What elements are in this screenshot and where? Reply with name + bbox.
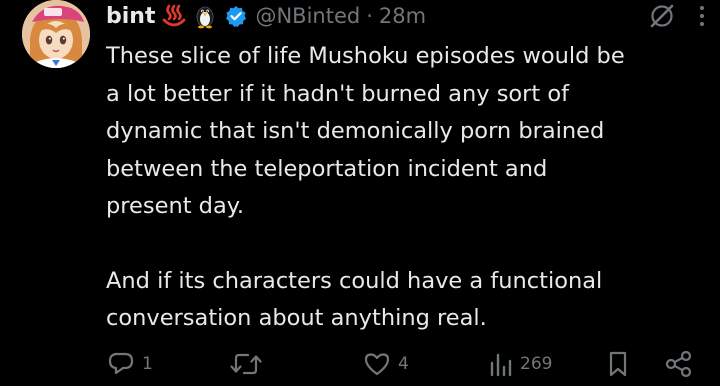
bookmark-icon — [606, 349, 630, 379]
tweet: bint @NBinted · 28m These slice of life … — [0, 0, 720, 386]
heart-icon — [362, 349, 392, 379]
reply-icon — [106, 349, 136, 379]
repost-icon — [228, 349, 264, 379]
like-button[interactable]: 4 — [362, 348, 409, 380]
post-text: These slice of life Mushoku episodes wou… — [106, 38, 706, 338]
verified-badge-icon[interactable] — [225, 5, 247, 27]
penguin-emoji-icon — [193, 3, 217, 29]
share-button[interactable] — [664, 348, 694, 380]
action-bar: 1 4 269 — [106, 348, 706, 380]
header-actions — [648, 0, 706, 32]
repost-button[interactable] — [228, 348, 270, 380]
reply-count: 1 — [142, 354, 153, 374]
post-timestamp[interactable]: 28m — [379, 4, 426, 28]
views-button[interactable]: 269 — [488, 348, 552, 380]
avatar[interactable] — [22, 0, 90, 68]
share-icon — [664, 349, 694, 379]
bookmark-button[interactable] — [606, 348, 630, 380]
more-options-icon[interactable] — [698, 4, 706, 28]
author-handle[interactable]: @NBinted — [255, 4, 360, 28]
reply-button[interactable]: 1 — [106, 348, 153, 380]
analytics-icon — [488, 349, 514, 379]
views-count: 269 — [520, 354, 553, 374]
grok-icon[interactable] — [648, 2, 676, 30]
like-count: 4 — [398, 354, 409, 374]
hot-springs-emoji-icon — [161, 3, 187, 29]
author-display-name[interactable]: bint — [106, 4, 155, 29]
post-paragraph: And if its characters could have a funct… — [106, 267, 603, 332]
post-header: bint @NBinted · 28m — [106, 0, 706, 32]
header-separator: · — [366, 4, 373, 28]
post-paragraph: These slice of life Mushoku episodes wou… — [106, 43, 625, 219]
